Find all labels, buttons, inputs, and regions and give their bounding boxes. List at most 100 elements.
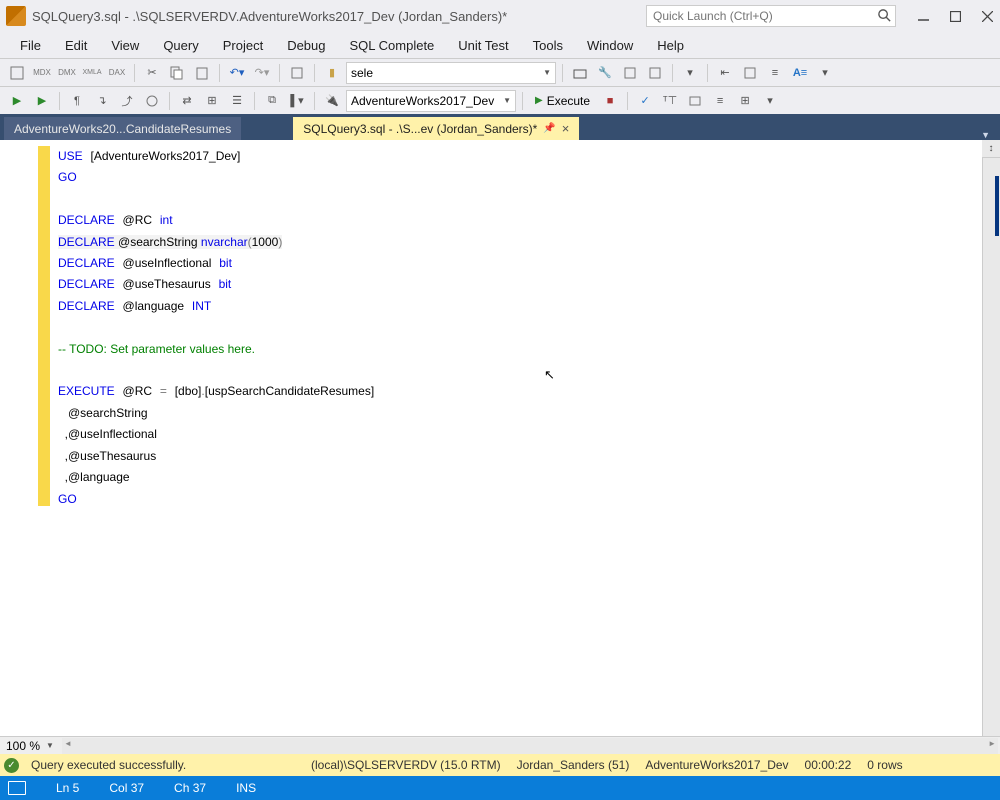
- paste-icon[interactable]: [191, 62, 213, 84]
- window-icon: [8, 781, 26, 795]
- menu-help[interactable]: Help: [645, 34, 696, 57]
- app-logo-icon: [6, 6, 26, 26]
- query-status-bar: ✓ Query executed successfully. (local)\S…: [0, 754, 1000, 776]
- quick-launch-input[interactable]: [646, 5, 896, 27]
- tab-label: SQLQuery3.sql - .\S...ev (Jordan_Sanders…: [303, 122, 537, 136]
- tool-icon-d[interactable]: [141, 90, 163, 112]
- menu-unittest[interactable]: Unit Test: [446, 34, 520, 57]
- code-editor[interactable]: USE [AdventureWorks2017_Dev] GO DECLARE …: [0, 140, 1000, 776]
- cut-icon[interactable]: ✂: [141, 62, 163, 84]
- quick-launch[interactable]: [646, 5, 896, 27]
- tool-icon-2[interactable]: [286, 62, 308, 84]
- tool-icon-9[interactable]: A≡: [789, 62, 811, 84]
- menu-query[interactable]: Query: [151, 34, 210, 57]
- minimize-button[interactable]: [916, 9, 930, 23]
- tool-icon-g[interactable]: ☰: [226, 90, 248, 112]
- chevron-down-icon: ▼: [543, 68, 551, 77]
- check-icon[interactable]: ✓: [634, 90, 656, 112]
- execute-button[interactable]: ▶ Execute: [529, 90, 596, 112]
- menu-sqlcomplete[interactable]: SQL Complete: [338, 34, 447, 57]
- close-tab-icon[interactable]: ×: [562, 121, 570, 136]
- tool-dd-icon[interactable]: ▾: [814, 62, 836, 84]
- tool-icon-4[interactable]: [619, 62, 641, 84]
- cursor-line: Ln 5: [56, 781, 79, 795]
- tab-overflow-icon[interactable]: ▼: [975, 130, 996, 140]
- tool-icon-j[interactable]: ᵀ⊤: [659, 90, 681, 112]
- tool-icon-c[interactable]: ⤴: [116, 90, 138, 112]
- status-message: Query executed successfully.: [23, 758, 303, 772]
- tool-icon-h[interactable]: ⧉: [261, 90, 283, 112]
- split-icon[interactable]: ↕: [982, 140, 1000, 158]
- close-button[interactable]: [980, 9, 994, 23]
- copy-icon[interactable]: [166, 62, 188, 84]
- redo-icon[interactable]: ↷▾: [251, 62, 273, 84]
- continue-icon[interactable]: ▶: [31, 90, 53, 112]
- tool-dd2-icon[interactable]: ▾: [759, 90, 781, 112]
- editor-footer: 100 % ▼: [0, 736, 1000, 754]
- ide-status-bar: Ln 5 Col 37 Ch 37 INS: [0, 776, 1000, 800]
- status-server: (local)\SQLSERVERDV (15.0 RTM): [303, 758, 509, 772]
- tool-icon-e[interactable]: ⇄: [176, 90, 198, 112]
- code-content[interactable]: USE [AdventureWorks2017_Dev] GO DECLARE …: [46, 140, 982, 736]
- success-icon: ✓: [4, 758, 19, 773]
- title-bar: SQLQuery3.sql - .\SQLSERVERDV.AdventureW…: [0, 0, 1000, 32]
- toolbar-combo-value: sele: [351, 66, 373, 80]
- tool-icon-i[interactable]: ▌▾: [286, 90, 308, 112]
- window-title: SQLQuery3.sql - .\SQLSERVERDV.AdventureW…: [32, 9, 507, 24]
- folder-icon[interactable]: ▮: [321, 62, 343, 84]
- dax-icon[interactable]: DAX: [106, 62, 128, 84]
- toolbar-row-2: ▶ ▶ ¶ ↴ ⤴ ⇄ ⊞ ☰ ⧉ ▌▾ 🔌 AdventureWorks201…: [0, 86, 1000, 114]
- editor-tab-bar: AdventureWorks20...CandidateResumes SQLQ…: [0, 114, 1000, 140]
- tool-icon-6[interactable]: ▾: [679, 62, 701, 84]
- insert-mode: INS: [236, 781, 256, 795]
- tool-icon-5[interactable]: [644, 62, 666, 84]
- tool-icon-l[interactable]: ≡: [709, 90, 731, 112]
- vertical-scrollbar[interactable]: ↕: [982, 140, 1000, 736]
- stop-icon[interactable]: ■: [599, 90, 621, 112]
- database-combo[interactable]: AdventureWorks2017_Dev ▼: [346, 90, 516, 112]
- status-database: AdventureWorks2017_Dev: [637, 758, 796, 772]
- execute-label: Execute: [547, 94, 590, 108]
- tool-icon-k[interactable]: [684, 90, 706, 112]
- status-elapsed: 00:00:22: [797, 758, 860, 772]
- zoom-level[interactable]: 100 %: [0, 739, 46, 753]
- menu-edit[interactable]: Edit: [53, 34, 99, 57]
- tab-sqlquery3[interactable]: SQLQuery3.sql - .\S...ev (Jordan_Sanders…: [293, 117, 579, 140]
- tool-icon-b[interactable]: ↴: [91, 90, 113, 112]
- menu-tools[interactable]: Tools: [521, 34, 575, 57]
- tool-icon-f[interactable]: ⊞: [201, 90, 223, 112]
- menu-view[interactable]: View: [99, 34, 151, 57]
- toolbar-combo[interactable]: sele ▼: [346, 62, 556, 84]
- pin-icon[interactable]: 📌: [543, 123, 555, 134]
- outdent-icon[interactable]: ⇤: [714, 62, 736, 84]
- menu-debug[interactable]: Debug: [275, 34, 337, 57]
- wrench-icon[interactable]: 🔧: [594, 62, 616, 84]
- play-icon: ▶: [535, 95, 543, 106]
- cursor-ch: Ch 37: [174, 781, 206, 795]
- play-icon[interactable]: ▶: [6, 90, 28, 112]
- chevron-down-icon: ▼: [503, 96, 511, 105]
- maximize-button[interactable]: [948, 9, 962, 23]
- tool-icon-m[interactable]: ⊞: [734, 90, 756, 112]
- tool-icon-a[interactable]: ¶: [66, 90, 88, 112]
- mdx-icon[interactable]: MDX: [31, 62, 53, 84]
- tool-icon-8[interactable]: ≡: [764, 62, 786, 84]
- dmx-icon[interactable]: DMX: [56, 62, 78, 84]
- menu-project[interactable]: Project: [211, 34, 275, 57]
- cursor-col: Col 37: [109, 781, 144, 795]
- menu-window[interactable]: Window: [575, 34, 645, 57]
- tool-icon-3[interactable]: [569, 62, 591, 84]
- scroll-marker: [995, 176, 999, 236]
- search-icon[interactable]: [877, 8, 892, 23]
- xmla-icon[interactable]: XMLA: [81, 62, 103, 84]
- tool-icon[interactable]: [6, 62, 28, 84]
- chevron-down-icon[interactable]: ▼: [46, 741, 60, 750]
- undo-icon[interactable]: ↶▾: [226, 62, 248, 84]
- menu-file[interactable]: File: [8, 34, 53, 57]
- horizontal-scrollbar[interactable]: [62, 738, 998, 754]
- tab-candidate-resumes[interactable]: AdventureWorks20...CandidateResumes: [4, 117, 241, 140]
- tool-icon-7[interactable]: [739, 62, 761, 84]
- status-user: Jordan_Sanders (51): [509, 758, 638, 772]
- connect-icon[interactable]: 🔌: [321, 90, 343, 112]
- database-combo-value: AdventureWorks2017_Dev: [351, 94, 494, 108]
